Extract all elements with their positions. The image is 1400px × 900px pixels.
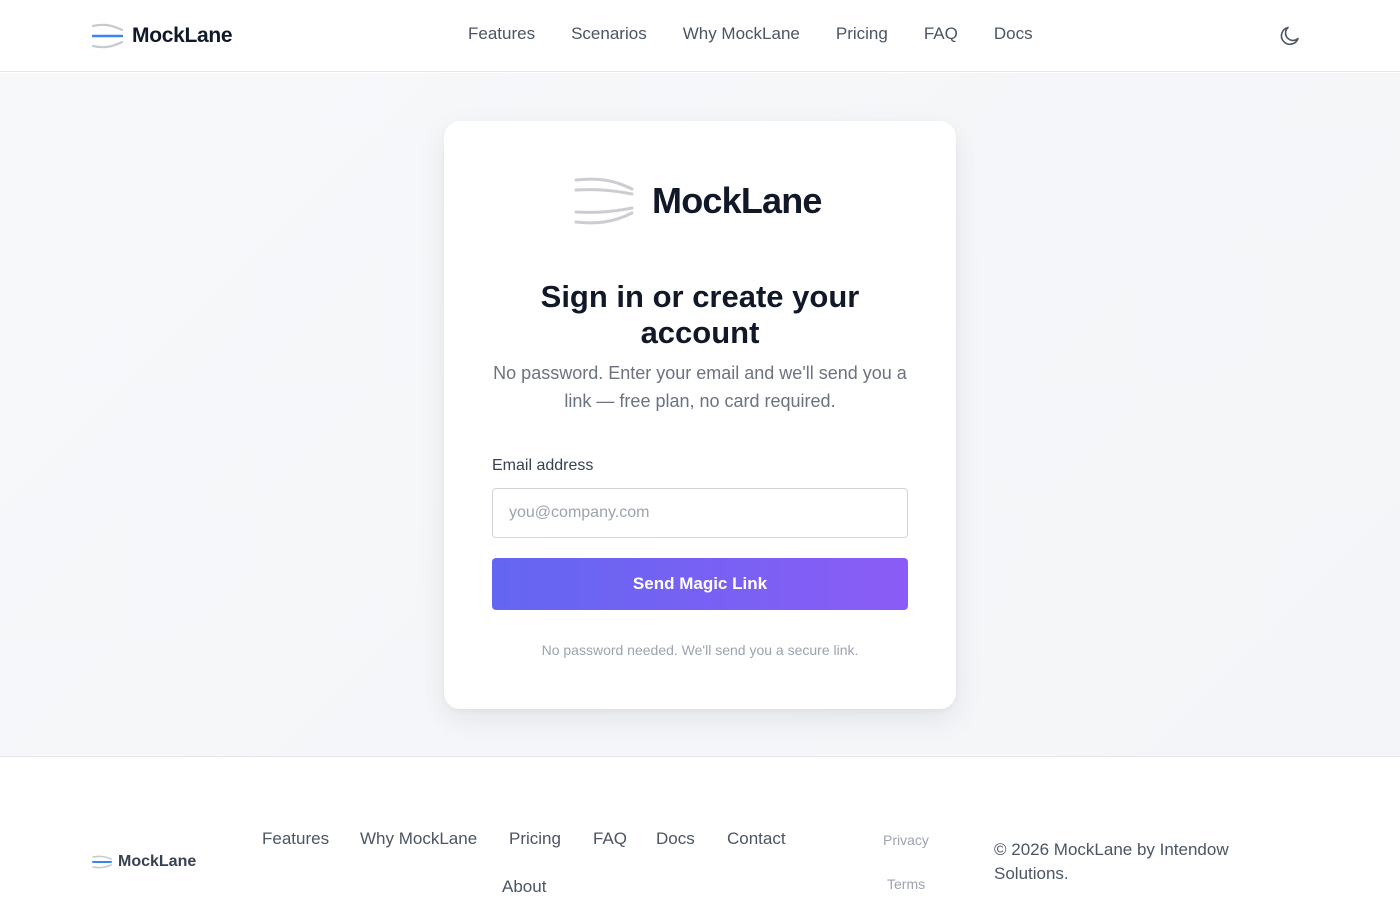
footer-about-link[interactable]: About [502, 877, 546, 897]
card-brand-name: MockLane [652, 180, 822, 221]
footer-why-mocklane-link[interactable]: Why MockLane [360, 829, 477, 849]
footer-brand-link[interactable]: MockLane [92, 852, 196, 872]
main-nav: Features Scenarios Why MockLane Pricing … [468, 24, 1033, 44]
footer-pricing-link[interactable]: Pricing [509, 829, 561, 849]
header-brand-link[interactable]: MockLane [92, 22, 233, 50]
main-section: MockLane Sign in or create your account … [0, 73, 1400, 757]
theme-toggle-button[interactable] [1278, 24, 1302, 48]
signin-card: MockLane Sign in or create your account … [444, 121, 956, 709]
nav-scenarios-link[interactable]: Scenarios [571, 24, 647, 44]
footer-terms-link[interactable]: Terms [887, 876, 925, 892]
mocklane-logo-icon [92, 855, 112, 869]
page-title: Sign in or create your account [540, 279, 860, 350]
nav-faq-link[interactable]: FAQ [924, 24, 958, 44]
page-subtitle: No password. Enter your email and we'll … [493, 363, 907, 411]
nav-pricing-link[interactable]: Pricing [836, 24, 888, 44]
footer-docs-link[interactable]: Docs [656, 829, 695, 849]
nav-features-link[interactable]: Features [468, 24, 535, 44]
nav-docs-link[interactable]: Docs [994, 24, 1033, 44]
site-header: MockLane Features Scenarios Why MockLane… [0, 0, 1400, 72]
copyright-text: © 2026 MockLane by Intendow Solutions. [994, 840, 1229, 883]
send-magic-link-button[interactable]: Send Magic Link [492, 558, 908, 610]
nav-why-mocklane-link[interactable]: Why MockLane [683, 24, 800, 44]
site-footer: MockLane Features Why MockLane Pricing F… [0, 758, 1400, 900]
password-note: No password needed. We'll send you a sec… [541, 642, 859, 658]
email-input[interactable] [492, 488, 908, 538]
footer-features-link[interactable]: Features [262, 829, 329, 849]
header-brand-name: MockLane [132, 24, 233, 47]
footer-privacy-link[interactable]: Privacy [883, 832, 929, 848]
footer-brand-name: MockLane [118, 853, 197, 870]
email-label: Email address [492, 457, 594, 474]
mocklane-logo-icon [92, 23, 123, 49]
footer-faq-link[interactable]: FAQ [593, 829, 627, 849]
moon-icon [1280, 26, 1299, 45]
mocklane-logo-icon [574, 177, 634, 225]
footer-contact-link[interactable]: Contact [727, 829, 786, 849]
card-brand: MockLane [574, 176, 822, 226]
